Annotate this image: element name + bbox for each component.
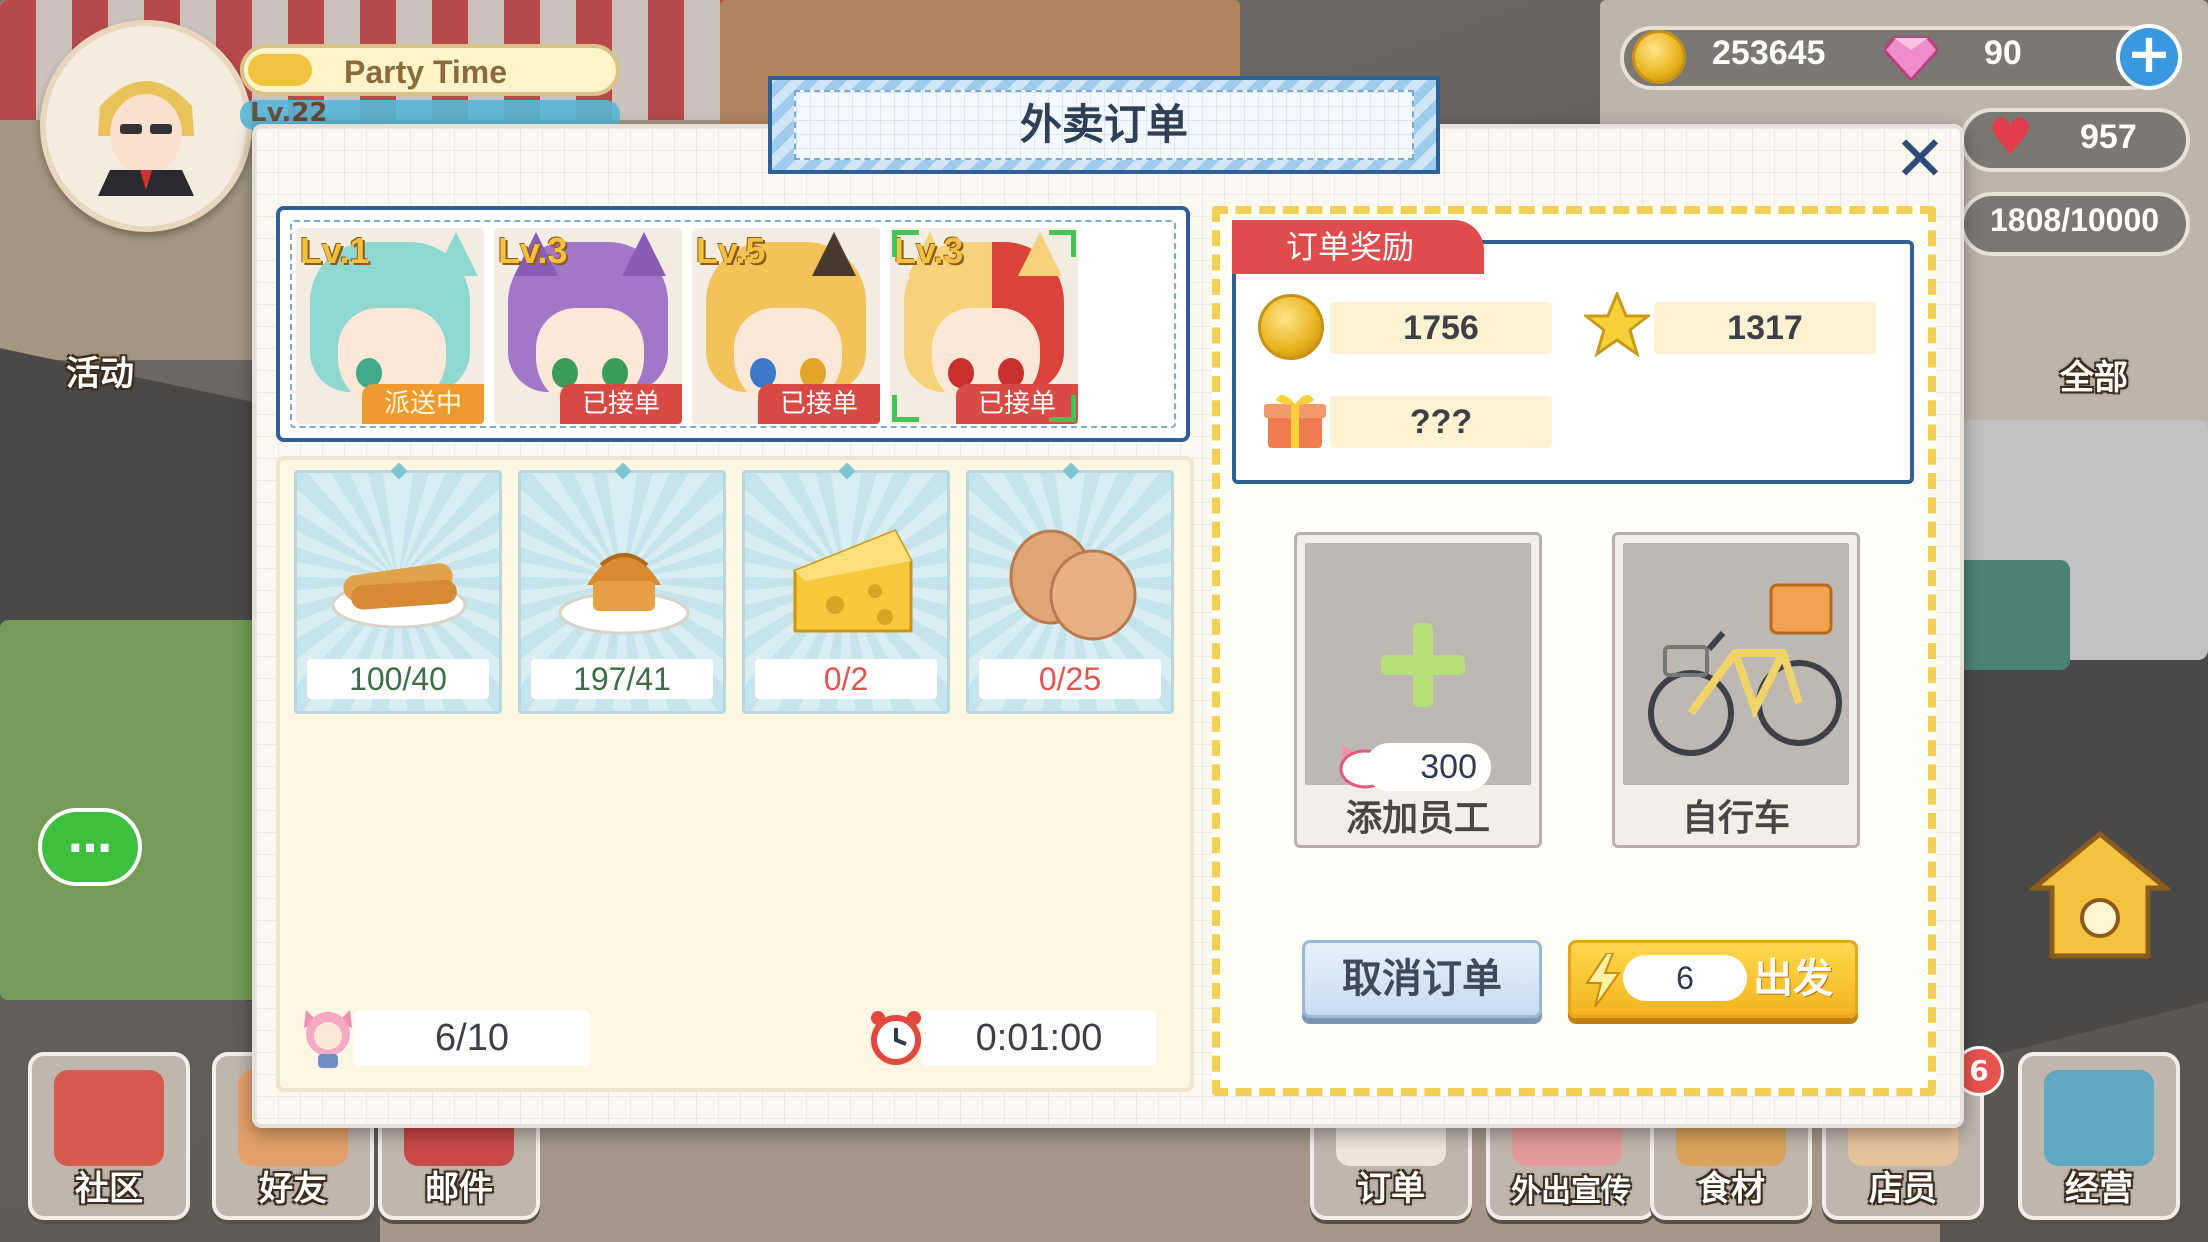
gold-amount: 253645 (1712, 34, 1826, 72)
add-staff-slot[interactable]: 300 添加员工 (1294, 532, 1542, 848)
ingredient-slot-eggs[interactable]: 0/25 (966, 462, 1174, 714)
cat-ear-icon (434, 232, 478, 276)
nav-order-label: 订单 (1357, 1169, 1425, 1209)
nav-ingredients-label: 食材 (1697, 1169, 1765, 1209)
add-staff-image: 300 (1305, 543, 1531, 791)
depart-button[interactable]: 6 出发 (1568, 940, 1858, 1018)
home-icon[interactable] (2030, 830, 2170, 960)
courier-level: Lv.5 (696, 230, 766, 271)
ingredient-count: 100/40 (307, 659, 489, 699)
ingredient-count: 0/2 (755, 659, 937, 699)
ingredient-slot-muffin[interactable]: 197/41 (518, 462, 726, 714)
nav-community-label: 社区 (75, 1169, 143, 1209)
reward-gift: ??? (1330, 396, 1552, 448)
courier-status: 已接单 (560, 384, 682, 424)
gold-coin-icon (1632, 30, 1686, 84)
plus-icon (1381, 623, 1465, 707)
ingredient-count: 0/25 (979, 659, 1161, 699)
muffin-icon (558, 553, 690, 635)
vehicle-slot[interactable]: 自行车 (1612, 532, 1860, 848)
title-badge[interactable]: Party Time (240, 44, 620, 96)
nav-community[interactable]: 社区 (28, 1052, 190, 1220)
ingredient-slot-baguette[interactable]: 100/40 (294, 462, 502, 714)
close-button[interactable]: ✕ (1892, 128, 1948, 190)
nav-business[interactable]: 经营 (2018, 1052, 2180, 1220)
selection-corner (1049, 395, 1076, 422)
dialog-title-tab: 外卖订单 (768, 76, 1440, 174)
business-icon (2044, 1070, 2154, 1166)
courier-card-2[interactable]: Lv.3 已接单 (494, 228, 682, 424)
selection-corner (892, 395, 919, 422)
nav-friends-label: 好友 (259, 1169, 327, 1209)
community-icon (54, 1070, 164, 1166)
reward-gold: 1756 (1330, 302, 1552, 354)
staff-count: 6/10 (354, 1010, 590, 1066)
eggs-icon (1009, 529, 1137, 641)
cat-ear-icon (622, 232, 666, 276)
gift-icon (1264, 394, 1326, 448)
lightning-icon (1585, 953, 1621, 1007)
ingredient-slot-cheese[interactable]: 0/2 (742, 462, 950, 714)
ingredient-count: 197/41 (531, 659, 713, 699)
order-timer: 0:01:00 (922, 1010, 1156, 1066)
courier-card-3[interactable]: Lv.5 已接单 (692, 228, 880, 424)
cat-staff-icon (304, 1010, 352, 1068)
heart-icon: ♥ (1988, 108, 2033, 166)
chat-button[interactable]: … (38, 808, 142, 886)
depart-label: 出发 (1753, 956, 1833, 1002)
dialog-title: 外卖订单 (794, 90, 1414, 160)
alarm-clock-icon (871, 1011, 921, 1065)
cat-ear-icon (812, 232, 856, 276)
add-staff-cost: 300 (1365, 743, 1491, 791)
star-icon (248, 54, 312, 86)
vehicle-label: 自行车 (1681, 798, 1790, 839)
gem-icon (1884, 36, 1938, 80)
cancel-order-button[interactable]: 取消订单 (1302, 940, 1542, 1018)
vehicle-image (1623, 543, 1849, 785)
nav-mail-label: 邮件 (425, 1169, 493, 1209)
nav-business-label: 经营 (2065, 1169, 2133, 1209)
hearts-amount: 957 (2080, 118, 2137, 156)
depart-energy-cost: 6 (1623, 955, 1747, 1001)
avatar-portrait (98, 81, 194, 196)
player-avatar[interactable] (40, 20, 252, 232)
gold-coin-icon (1258, 294, 1324, 360)
capacity-amount: 1808/10000 (1990, 202, 2160, 238)
add-currency-button[interactable]: + (2116, 24, 2182, 90)
courier-status: 派送中 (362, 384, 484, 424)
activity-label[interactable]: 活动 (66, 346, 134, 395)
bicycle-icon (1648, 583, 1842, 756)
reward-stars: 1317 (1654, 302, 1876, 354)
all-label[interactable]: 全部 (2060, 350, 2128, 399)
gem-amount: 90 (1984, 34, 2022, 72)
star-icon (1584, 292, 1650, 358)
selection-corner (1049, 230, 1076, 257)
nav-promotion-label: 外出宣传 (1511, 1174, 1631, 1209)
nav-staff-label: 店员 (1869, 1169, 1937, 1209)
reward-title: 订单奖励 (1232, 220, 1484, 274)
courier-status: 已接单 (758, 384, 880, 424)
courier-card-4-selected[interactable]: Lv.3 已接单 (890, 228, 1078, 424)
courier-card-1[interactable]: Lv.1 派送中 (296, 228, 484, 424)
add-staff-label: 添加员工 (1345, 798, 1490, 839)
courier-level: Lv.3 (498, 230, 568, 271)
baguette-icon (331, 563, 467, 629)
courier-level: Lv.1 (300, 230, 370, 271)
selection-corner (892, 230, 919, 257)
cheese-icon (793, 529, 913, 633)
title-text: Party Time (344, 54, 508, 90)
